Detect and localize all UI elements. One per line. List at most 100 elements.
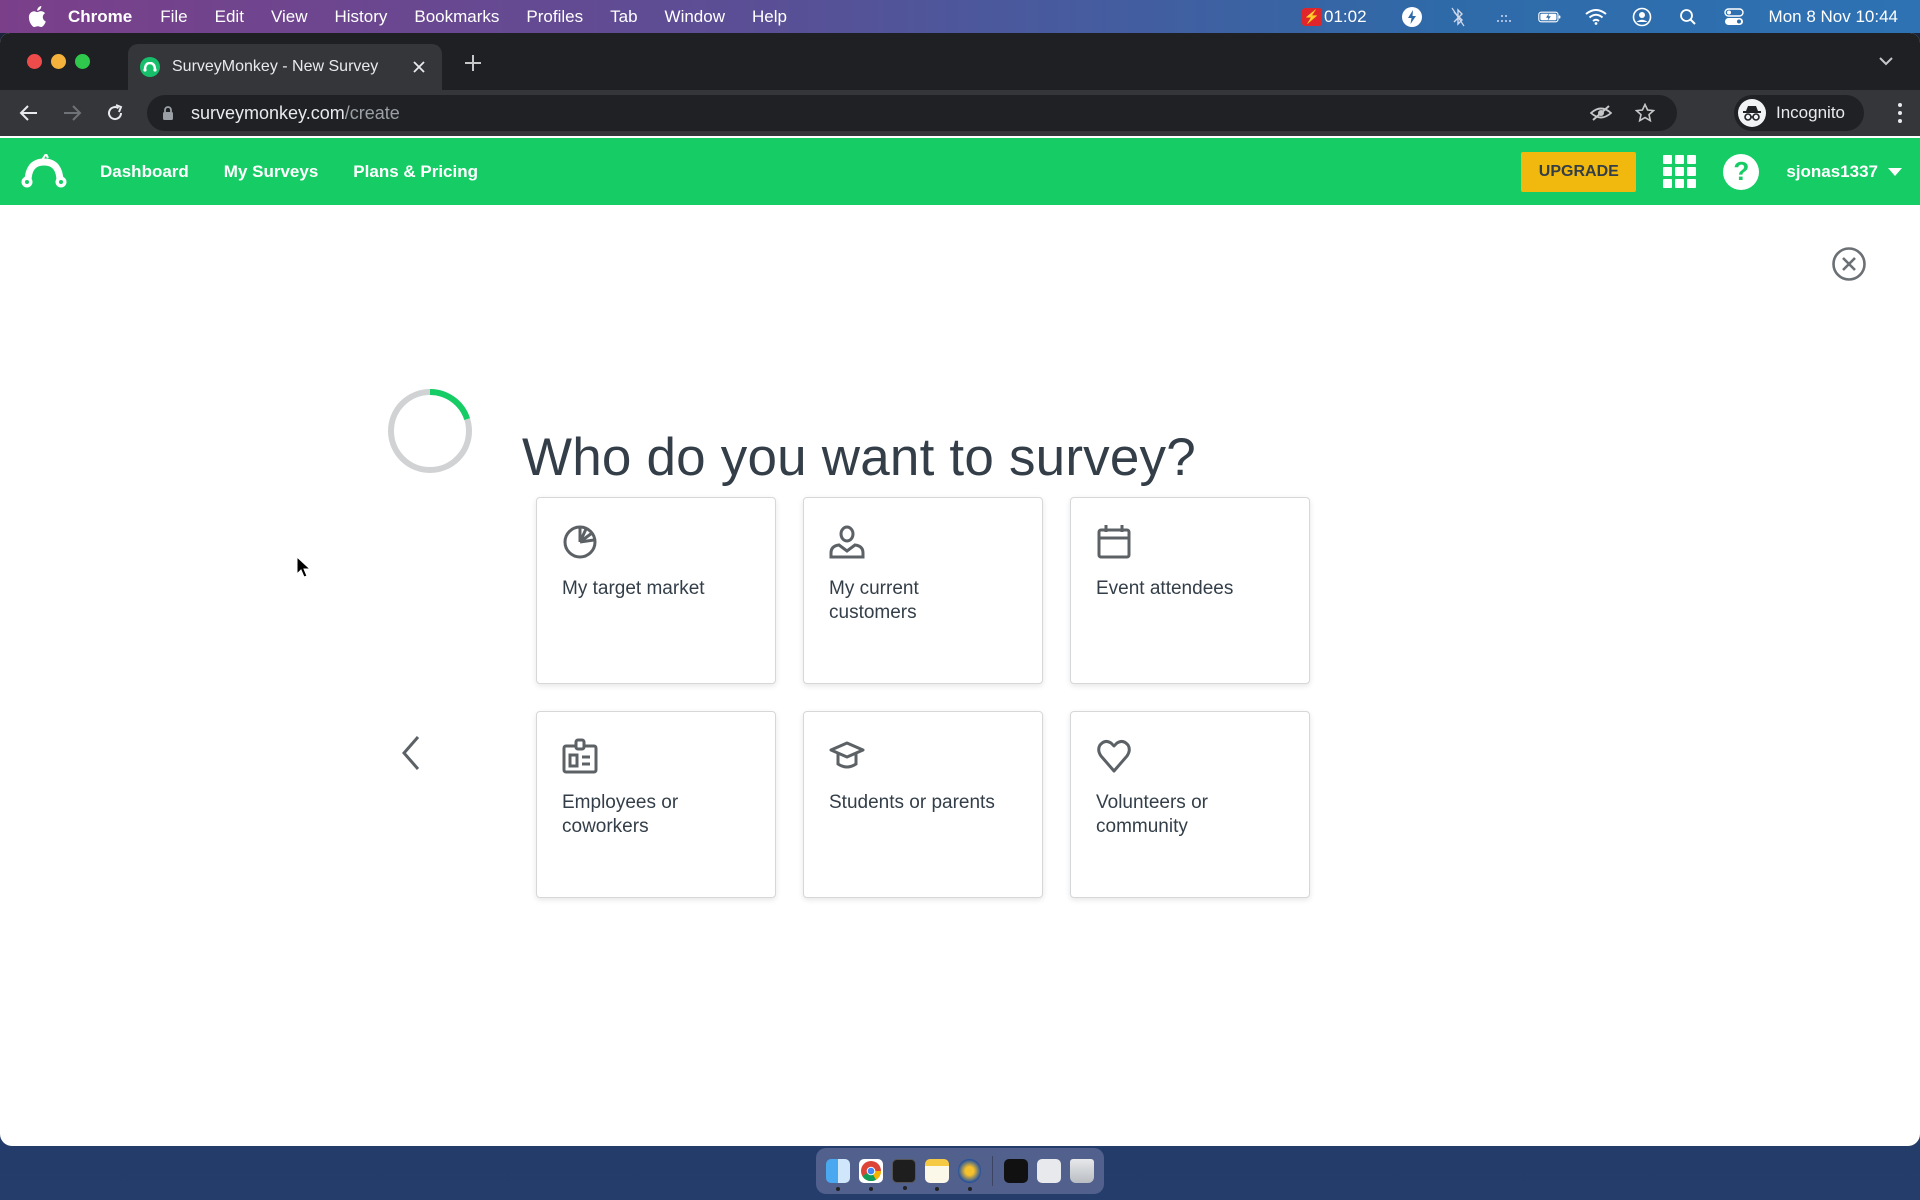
surveymonkey-logo-icon[interactable] [20, 153, 68, 190]
menu-profiles[interactable]: Profiles [526, 7, 583, 27]
dock-screenshot-icon[interactable] [1004, 1159, 1029, 1183]
menu-file[interactable]: File [160, 7, 187, 27]
pie-chart-icon [563, 525, 597, 559]
status-area: ⚡ 01:02 Mon 8 Nov 10:44 [1301, 0, 1898, 33]
close-circle-icon [1832, 247, 1866, 281]
dock-trash-icon[interactable] [1070, 1159, 1095, 1183]
browser-toolbar: surveymonkey.com/create Incognito [0, 90, 1920, 136]
option-label: Volunteers or community [1096, 792, 1208, 837]
nav-my-surveys[interactable]: My Surveys [224, 162, 319, 182]
option-label: Event attendees [1096, 578, 1234, 599]
close-wizard-button[interactable] [1831, 246, 1867, 282]
chrome-menu-icon[interactable] [1896, 100, 1904, 126]
header-actions: UPGRADE ? sjonas1337 [1521, 138, 1902, 205]
address-bar[interactable]: surveymonkey.com/create [147, 95, 1677, 131]
recording-indicator[interactable]: ⚡ 01:02 [1301, 6, 1367, 27]
option-volunteers[interactable]: Volunteers or community [1070, 711, 1310, 898]
menubar-clock[interactable]: Mon 8 Nov 10:44 [1769, 7, 1898, 27]
option-label: Employees or coworkers [562, 792, 679, 837]
recording-icon: ⚡ [1301, 7, 1322, 26]
page-title: Who do you want to survey? [522, 428, 1196, 487]
browser-tab-active[interactable]: SurveyMonkey - New Survey [128, 44, 442, 90]
nav-plans-pricing[interactable]: Plans & Pricing [353, 162, 478, 182]
option-label: Students or parents [829, 792, 995, 813]
menu-app-chrome[interactable]: Chrome [68, 7, 132, 27]
mouse-cursor-icon [296, 555, 312, 580]
incognito-icon [1738, 99, 1766, 127]
url-text[interactable]: surveymonkey.com/create [191, 103, 400, 124]
macos-menu-bar: Chrome File Edit View History Bookmarks … [0, 0, 1920, 33]
apps-grid-icon[interactable] [1663, 154, 1697, 189]
browser-window: SurveyMonkey - New Survey surveymonkey.c… [0, 33, 1920, 1146]
graduation-cap-icon [829, 741, 865, 769]
audience-options: My target market My current customers Ev… [536, 497, 1310, 898]
help-icon[interactable]: ? [1723, 153, 1760, 190]
macos-dock [816, 1148, 1104, 1194]
nav-dashboard[interactable]: Dashboard [100, 162, 189, 182]
menu-help[interactable]: Help [752, 7, 787, 27]
menu-bookmarks[interactable]: Bookmarks [414, 7, 499, 27]
lock-icon[interactable] [162, 105, 178, 121]
forward-button[interactable] [58, 99, 86, 127]
option-label: My target market [562, 578, 705, 599]
dock-notes-icon[interactable] [924, 1159, 949, 1191]
spotlight-search-icon[interactable] [1676, 6, 1700, 28]
username: sjonas1337 [1786, 161, 1878, 181]
reload-button[interactable] [101, 99, 129, 127]
dock-finder-icon[interactable] [826, 1159, 850, 1191]
incognito-label: Incognito [1776, 103, 1845, 122]
menu-history[interactable]: History [334, 7, 387, 27]
option-target-market[interactable]: My target market [536, 497, 776, 684]
close-window-button[interactable] [27, 54, 42, 69]
url-host: surveymonkey.com [191, 102, 345, 123]
wifi-icon[interactable] [1584, 6, 1608, 28]
option-label: My current customers [829, 578, 919, 623]
minimize-window-button[interactable] [51, 54, 66, 69]
option-students[interactable]: Students or parents [803, 711, 1043, 898]
bluetooth-off-icon[interactable] [1446, 6, 1470, 28]
user-menu[interactable]: sjonas1337 [1786, 162, 1902, 182]
recording-time: 01:02 [1323, 6, 1367, 26]
control-center-icon[interactable] [1722, 6, 1746, 28]
dock-chrome-icon[interactable] [858, 1159, 883, 1191]
url-path: /create [344, 102, 400, 123]
user-account-icon[interactable] [1630, 6, 1654, 28]
battery-charging-icon[interactable] [1537, 6, 1562, 28]
progress-ring [386, 387, 474, 475]
surveymonkey-favicon-icon [140, 57, 160, 77]
fullscreen-window-button[interactable] [75, 54, 90, 69]
caret-down-icon [1888, 167, 1902, 176]
tab-title: SurveyMonkey - New Survey [172, 58, 379, 75]
tab-close-icon[interactable] [408, 56, 430, 78]
person-icon [829, 525, 865, 559]
heart-icon [1097, 739, 1131, 773]
omnibox-actions [1589, 95, 1677, 131]
bolt-app-icon[interactable] [1400, 6, 1424, 28]
back-button[interactable] [15, 99, 43, 127]
dock-separator [992, 1156, 994, 1186]
calendar-icon [1097, 525, 1131, 559]
bookmark-star-icon[interactable] [1633, 101, 1657, 125]
apple-logo-icon[interactable] [28, 6, 48, 27]
control-dots-icon[interactable] [1492, 6, 1516, 28]
window-controls [27, 54, 90, 69]
dock-terminal-icon[interactable] [891, 1159, 916, 1190]
dock-reeder-icon[interactable] [957, 1159, 982, 1191]
dock-preview-window-icon[interactable] [1037, 1159, 1062, 1183]
surveymonkey-header: Dashboard My Surveys Plans & Pricing UPG… [0, 138, 1920, 205]
menu-view[interactable]: View [271, 7, 308, 27]
tab-search-chevron-icon[interactable] [1878, 53, 1898, 73]
menu-window[interactable]: Window [665, 7, 725, 27]
option-event-attendees[interactable]: Event attendees [1070, 497, 1310, 684]
option-employees[interactable]: Employees or coworkers [536, 711, 776, 898]
tab-strip: SurveyMonkey - New Survey [0, 33, 1920, 90]
tracking-blocked-eye-icon[interactable] [1589, 101, 1613, 125]
option-current-customers[interactable]: My current customers [803, 497, 1043, 684]
incognito-profile-button[interactable]: Incognito [1734, 95, 1864, 131]
upgrade-button[interactable]: UPGRADE [1521, 151, 1637, 192]
menu-edit[interactable]: Edit [215, 7, 244, 27]
menu-tab[interactable]: Tab [610, 7, 637, 27]
back-chevron-icon[interactable] [396, 733, 426, 773]
new-tab-button[interactable] [460, 51, 486, 77]
id-badge-icon [562, 738, 598, 774]
